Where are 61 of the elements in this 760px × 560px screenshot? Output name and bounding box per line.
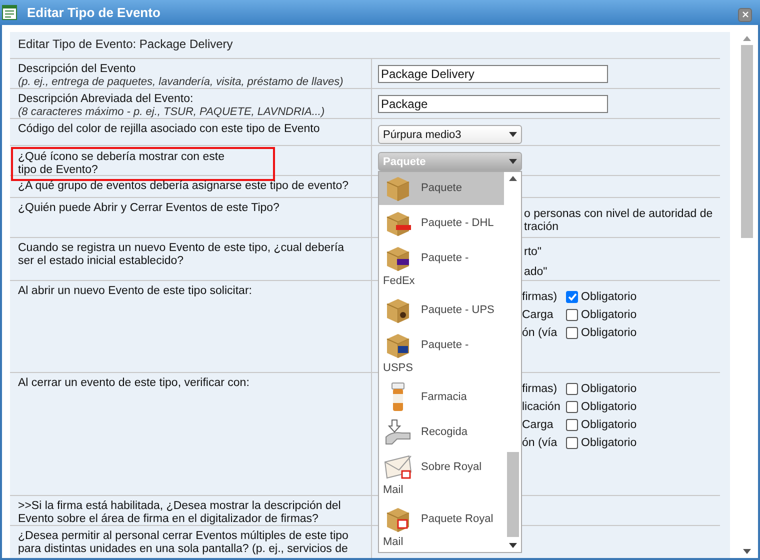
- dropdown-option[interactable]: Paquete - UPS: [379, 294, 504, 327]
- field-label: Descripción Abreviada del Evento:: [18, 93, 194, 106]
- checkbox-label: Obligatorio: [581, 401, 638, 413]
- option-text: licación: [522, 401, 562, 413]
- field-label: ¿Quién puede Abrir y Cerrar Eventos de este Tipo?: [18, 202, 280, 215]
- dropdown[interactable]: Púrpura medio3: [378, 125, 522, 144]
- checkbox-label: Obligatorio: [581, 327, 638, 339]
- scroll-down-icon[interactable]: [743, 549, 751, 554]
- option-text: Carga: [522, 309, 554, 321]
- checkbox[interactable]: [566, 419, 578, 431]
- field-label: ¿Desea permitir al personal cerrar Eventos múltiples de este tipo para distintas unidades en una sola pantalla? (p. ej., servicios de: [18, 530, 350, 556]
- field-hint: (8 caracteres máximo - p. ej., TSUR, PAQUETE, LAVNDRIA...): [18, 106, 326, 119]
- dropdown-option[interactable]: Farmacia: [379, 381, 504, 414]
- checkbox-label: Obligatorio: [581, 309, 638, 321]
- checkbox-label: Obligatorio: [581, 291, 638, 303]
- scrollbar-thumb[interactable]: [741, 45, 753, 238]
- field-label: Al abrir un nuevo Evento de este tipo solicitar:: [18, 285, 253, 298]
- field-label: Código del color de rejilla asociado con este tipo de Evento: [18, 123, 321, 136]
- text-field[interactable]: Package Delivery: [378, 65, 608, 83]
- dropdown-option[interactable]: Paquete - DHL: [379, 207, 504, 240]
- form-heading: Editar Tipo de Evento: Package Delivery: [17, 36, 234, 53]
- checkbox-label: Obligatorio: [581, 419, 638, 431]
- scrollbar-thumb[interactable]: [506, 452, 518, 537]
- option-text: ón (vía: [522, 327, 558, 339]
- caret-icon: [508, 543, 516, 548]
- option-text: ón (vía: [522, 437, 558, 449]
- checkbox[interactable]: [566, 383, 578, 395]
- option-text: o personas con nivel de autoridad de tración: [524, 208, 714, 234]
- window-title: Editar Tipo de Evento: [27, 5, 162, 20]
- dropdown-option[interactable]: Recogida: [379, 416, 504, 449]
- checkbox[interactable]: [566, 327, 578, 339]
- dropdown-option[interactable]: Paquete: [379, 172, 504, 205]
- option-text: firmas): [522, 383, 558, 395]
- field-label: Al cerrar un evento de este tipo, verificar con:: [18, 377, 250, 390]
- option-text: firmas): [522, 291, 558, 303]
- close-icon: [742, 11, 748, 18]
- checkbox[interactable]: [566, 309, 578, 321]
- dropdown-option[interactable]: Paquete - USPS: [379, 329, 504, 379]
- option-text: Carga: [522, 419, 554, 431]
- field-label: >>Si la firma está habilitada, ¿Desea mostrar la descripción del Evento sobre el área de firma en el digitalizador de firmas?: [18, 500, 342, 526]
- hand-icon: [383, 417, 413, 447]
- field-label: Descripción del Evento: [18, 63, 137, 76]
- dropdown-option[interactable]: Sobre Royal Mail: [379, 451, 504, 501]
- option-text: rto": [524, 246, 543, 259]
- checkbox[interactable]: [566, 437, 578, 449]
- text-field[interactable]: Package: [378, 95, 608, 113]
- form-icon: [2, 5, 17, 20]
- close-button[interactable]: [738, 8, 752, 22]
- checkbox[interactable]: [566, 291, 578, 303]
- caret-icon: [509, 159, 517, 164]
- scroll-up-icon[interactable]: [508, 176, 516, 181]
- checkbox[interactable]: [566, 401, 578, 413]
- checkbox-label: Obligatorio: [581, 383, 638, 395]
- checkbox-label: Obligatorio: [581, 437, 638, 449]
- dropdown-option[interactable]: Paquete - FedEx: [379, 242, 504, 292]
- option-text: ado": [524, 266, 548, 279]
- caret-icon: [509, 132, 517, 137]
- field-label: ¿A qué grupo de eventos debería asignarse este tipo de evento?: [18, 180, 350, 193]
- dropdown-option[interactable]: Paquete Royal Mail: [379, 503, 504, 552]
- field-hint: (p. ej., entrega de paquetes, lavandería, visita, préstamo de llaves): [18, 76, 344, 89]
- field-label: Cuando se registra un nuevo Evento de este tipo, ¿cual debería ser el estado inicial establecido?: [18, 242, 346, 268]
